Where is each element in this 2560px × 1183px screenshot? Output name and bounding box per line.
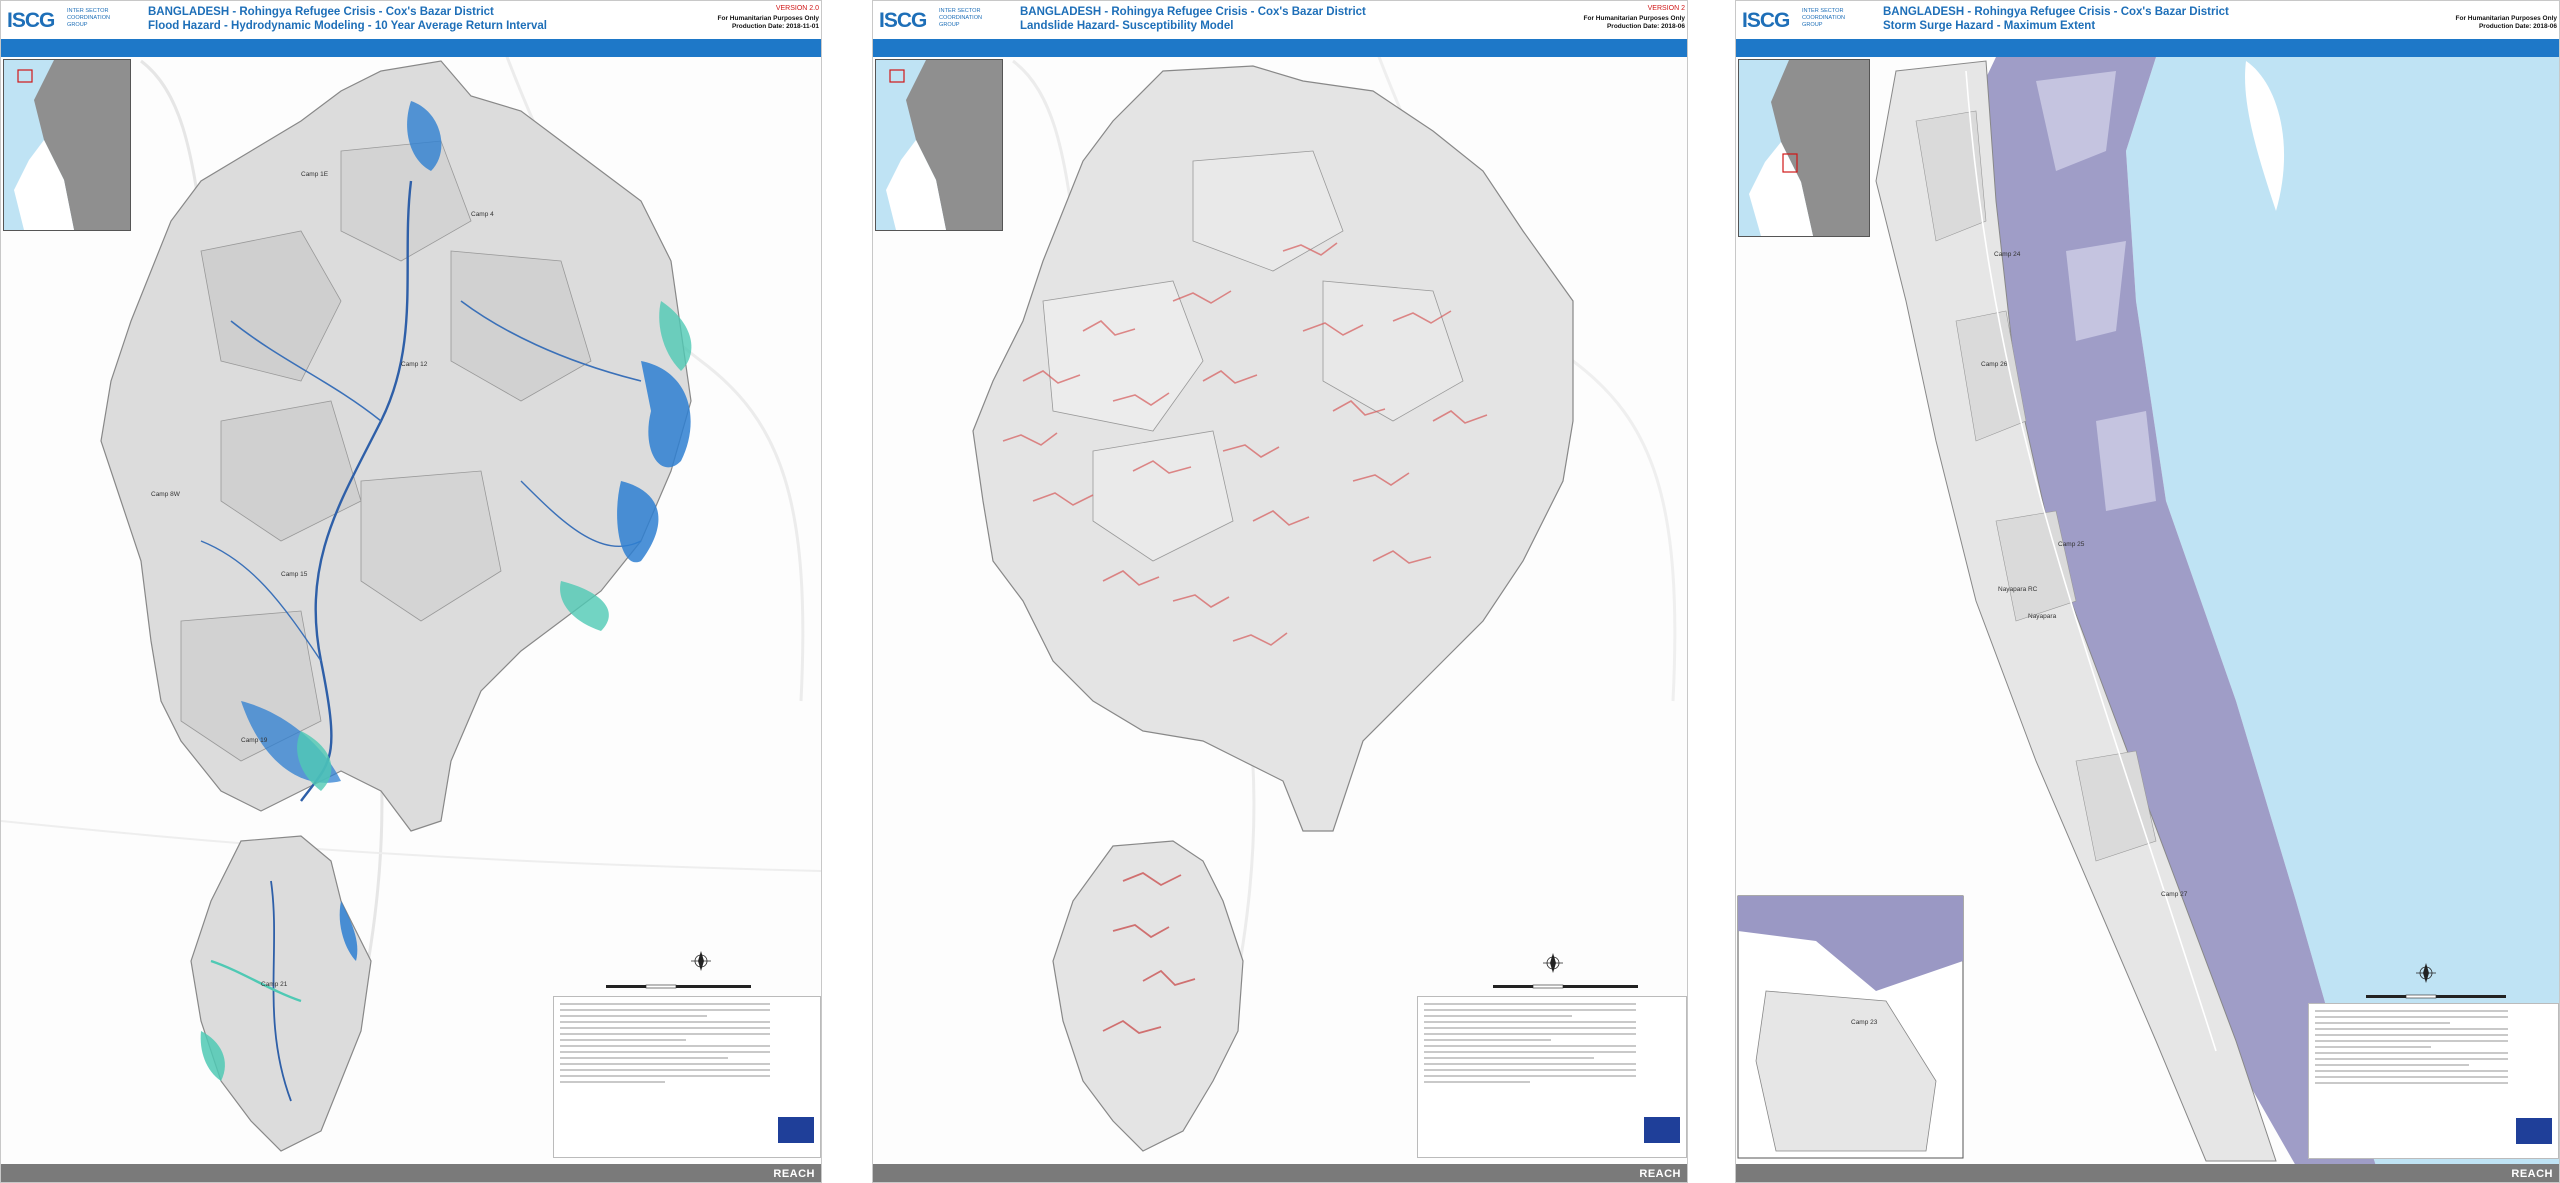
camp-label: Camp 4 <box>471 211 494 218</box>
overview-inset-map <box>875 59 1003 231</box>
camp-label: Camp 19 <box>241 737 268 744</box>
footer-bar: REACH <box>873 1164 1687 1182</box>
logo-subtitle: INTER SECTOR COORDINATION GROUP <box>67 8 111 28</box>
camp-label: Camp 21 <box>261 981 288 988</box>
map-subtitle: Storm Surge Hazard - Maximum Extent <box>1883 20 2096 32</box>
map-title: BANGLADESH - Rohingya Refugee Crisis - C… <box>1883 6 2229 18</box>
footer-bar: REACH <box>1 1164 821 1182</box>
legend-and-notes <box>2308 1003 2559 1159</box>
camp-label: Camp 26 <box>1981 361 2008 368</box>
overview-inset-map <box>1738 59 1870 237</box>
logo-subtitle: INTER SECTOR COORDINATION GROUP <box>1802 8 1846 28</box>
map-panel-storm-surge: ISCG INTER SECTOR COORDINATION GROUP BAN… <box>1735 0 2560 1183</box>
camp-label: Nayapara <box>2028 613 2057 620</box>
reach-logo: REACH <box>773 1168 815 1180</box>
logo-subtitle: INTER SECTOR COORDINATION GROUP <box>939 8 983 28</box>
footer-bar: REACH <box>1736 1164 2559 1182</box>
production-date: Production Date: 2018-06 <box>1606 23 1685 30</box>
legend-and-notes <box>1417 996 1687 1158</box>
eu-flag-icon <box>778 1117 814 1143</box>
camp-label: Nayapara RC <box>1998 586 2038 593</box>
eu-flag-icon <box>1644 1117 1680 1143</box>
camp-label: Camp 8W <box>151 491 180 498</box>
header-bar <box>1 39 821 57</box>
camp-label: Camp 12 <box>401 361 428 368</box>
north-arrow-icon <box>1543 953 1563 973</box>
map-title: BANGLADESH - Rohingya Refugee Crisis - C… <box>148 6 494 18</box>
map-subtitle: Landslide Hazard- Susceptibility Model <box>1020 20 1234 32</box>
panel-header: ISCG INTER SECTOR COORDINATION GROUP BAN… <box>1 1 821 39</box>
panel-header: ISCG INTER SECTOR COORDINATION GROUP BAN… <box>873 1 1687 39</box>
map-title: BANGLADESH - Rohingya Refugee Crisis - C… <box>1020 6 1366 18</box>
iscg-logo: ISCG <box>1742 9 1790 32</box>
legend-and-notes <box>553 996 821 1158</box>
header-bar <box>873 39 1687 57</box>
reach-logo: REACH <box>2511 1168 2553 1180</box>
overview-inset-map <box>3 59 131 231</box>
camp-label: Camp 25 <box>2058 541 2085 548</box>
purpose-label: For Humanitarian Purposes Only <box>2455 15 2558 22</box>
purpose-label: For Humanitarian Purposes Only <box>1583 15 1686 22</box>
camp-label: Camp 15 <box>281 571 308 578</box>
version-label: VERSION 2.0 <box>775 5 819 12</box>
iscg-logo: ISCG <box>7 9 55 32</box>
southern-camp-outline <box>1052 840 1244 1152</box>
header-bar <box>1736 39 2559 57</box>
camp-label: Camp 27 <box>2161 891 2188 898</box>
camp-label: Camp 24 <box>1994 251 2021 258</box>
version-label: VERSION 2 <box>1647 5 1685 12</box>
purpose-label: For Humanitarian Purposes Only <box>717 15 820 22</box>
map-panel-landslide: ISCG INTER SECTOR COORDINATION GROUP BAN… <box>872 0 1688 1183</box>
map-subtitle: Flood Hazard - Hydrodynamic Modeling - 1… <box>148 20 547 32</box>
eu-flag-icon <box>2516 1118 2552 1144</box>
camp-label: Camp 23 <box>1851 1019 1878 1026</box>
map-panel-flood: ISCG INTER SECTOR COORDINATION GROUP BAN… <box>0 0 822 1183</box>
panel-header: ISCG INTER SECTOR COORDINATION GROUP BAN… <box>1736 1 2559 39</box>
camp-label: Camp 1E <box>301 171 329 178</box>
production-date: Production Date: 2018-06 <box>2478 23 2557 30</box>
north-arrow-icon <box>691 951 711 971</box>
production-date: Production Date: 2018-11-01 <box>731 23 819 30</box>
reach-logo: REACH <box>1639 1168 1681 1180</box>
iscg-logo: ISCG <box>879 9 927 32</box>
